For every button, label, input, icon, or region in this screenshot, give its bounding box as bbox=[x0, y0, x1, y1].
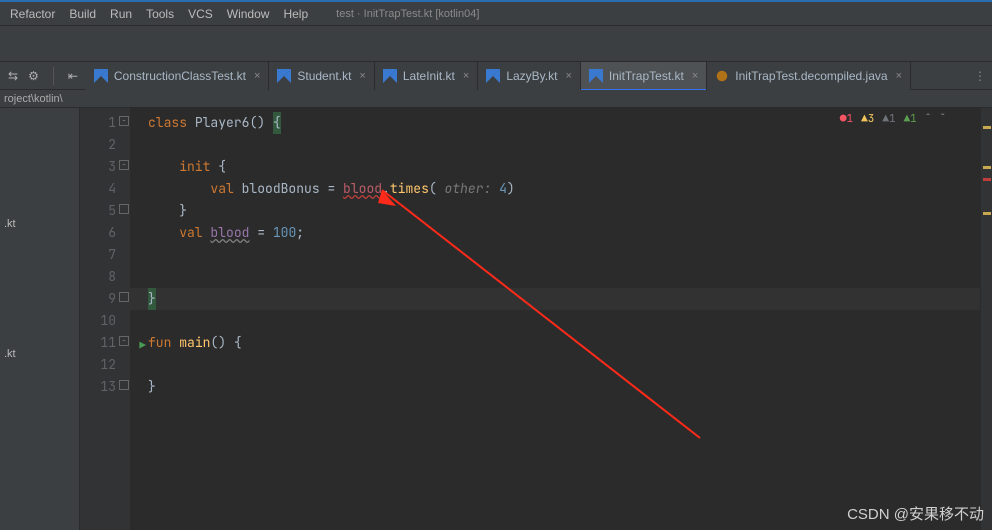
tab-inittraptest[interactable]: InitTrapTest.kt × bbox=[581, 62, 707, 90]
menu-tools[interactable]: Tools bbox=[140, 5, 180, 23]
tab-label: Student.kt bbox=[297, 69, 351, 83]
tab-constructionclasstest[interactable]: ConstructionClassTest.kt × bbox=[86, 62, 269, 90]
typo-count: ▲1 bbox=[904, 112, 917, 126]
tab-lateinit[interactable]: LateInit.kt × bbox=[375, 62, 478, 90]
tab-lazyby[interactable]: LazyBy.kt × bbox=[478, 62, 581, 90]
code-line bbox=[130, 266, 980, 288]
code-line bbox=[130, 310, 980, 332]
menu-window[interactable]: Window bbox=[221, 5, 276, 23]
code-line: val bloodBonus = blood.times( other: 4) bbox=[130, 178, 980, 200]
kotlin-file-icon bbox=[486, 69, 500, 83]
code-line: } bbox=[130, 288, 980, 310]
code-area[interactable]: ●1 ▲3 ▲1 ▲1 ˆ ˇ class Player6() { init {… bbox=[130, 108, 980, 530]
project-sidebar[interactable]: .kt .kt bbox=[0, 108, 80, 530]
sidebar-file[interactable]: .kt bbox=[4, 348, 16, 360]
tab-decompiled[interactable]: InitTrapTest.decompiled.java × bbox=[707, 62, 911, 90]
chevron-up-icon[interactable]: ˆ bbox=[925, 112, 932, 126]
fold-end-icon[interactable] bbox=[119, 292, 129, 302]
java-file-icon bbox=[715, 69, 729, 83]
close-icon[interactable]: × bbox=[692, 70, 698, 82]
kotlin-file-icon bbox=[277, 69, 291, 83]
close-icon[interactable]: × bbox=[896, 70, 902, 82]
tab-label: InitTrapTest.decompiled.java bbox=[735, 69, 887, 83]
code-line: } bbox=[130, 376, 980, 398]
toolbar-spacer bbox=[0, 26, 992, 62]
code-line: fun main() { bbox=[130, 332, 980, 354]
kotlin-file-icon bbox=[589, 69, 603, 83]
error-count: ●1 bbox=[840, 112, 853, 126]
code-line: init { bbox=[130, 156, 980, 178]
tab-label: InitTrapTest.kt bbox=[609, 69, 684, 83]
fold-end-icon[interactable] bbox=[119, 380, 129, 390]
collapse-icon[interactable]: ⇤ bbox=[68, 69, 78, 83]
kotlin-file-icon bbox=[383, 69, 397, 83]
weak-warning-count: ▲1 bbox=[882, 112, 895, 126]
error-stripe[interactable] bbox=[980, 108, 992, 530]
code-line bbox=[130, 244, 980, 266]
select-open-icon[interactable]: ⇆ bbox=[8, 69, 18, 83]
fold-icon[interactable]: − bbox=[119, 116, 129, 126]
sidebar-file[interactable]: .kt bbox=[4, 218, 16, 230]
tab-label: ConstructionClassTest.kt bbox=[114, 69, 246, 83]
gear-icon[interactable]: ⚙ bbox=[28, 69, 39, 83]
close-icon[interactable]: × bbox=[565, 70, 571, 82]
editor-tabs: ConstructionClassTest.kt × Student.kt × … bbox=[86, 62, 968, 90]
code-editor[interactable]: 1− 2 3− 4 5 6 7 8 9 10 11−▶ 12 13 ●1 ▲3 … bbox=[80, 108, 992, 530]
code-line bbox=[130, 354, 980, 376]
fold-icon[interactable]: − bbox=[119, 160, 129, 170]
more-tabs-icon[interactable]: ⋮ bbox=[968, 69, 992, 83]
inspection-widget[interactable]: ●1 ▲3 ▲1 ▲1 ˆ ˇ bbox=[840, 112, 946, 126]
main-menu: Refactor Build Run Tools VCS Window Help… bbox=[0, 2, 992, 26]
gutter[interactable]: 1− 2 3− 4 5 6 7 8 9 10 11−▶ 12 13 bbox=[80, 108, 130, 530]
kotlin-file-icon bbox=[94, 69, 108, 83]
watermark: CSDN @安果移不动 bbox=[847, 503, 984, 524]
menu-build[interactable]: Build bbox=[63, 5, 102, 23]
fold-end-icon[interactable] bbox=[119, 204, 129, 214]
close-icon[interactable]: × bbox=[254, 70, 260, 82]
menu-refactor[interactable]: Refactor bbox=[4, 5, 61, 23]
chevron-down-icon[interactable]: ˇ bbox=[939, 112, 946, 126]
code-line: val blood = 100; bbox=[130, 222, 980, 244]
code-line: } bbox=[130, 200, 980, 222]
separator bbox=[53, 67, 54, 85]
editor-toolbar: ⇆ ⚙ ⇤ ConstructionClassTest.kt × Student… bbox=[0, 62, 992, 90]
fold-icon[interactable]: − bbox=[119, 336, 129, 346]
tab-label: LateInit.kt bbox=[403, 69, 455, 83]
warning-count: ▲3 bbox=[861, 112, 874, 126]
breadcrumb[interactable]: roject\kotlin\ bbox=[0, 90, 992, 108]
close-icon[interactable]: × bbox=[463, 70, 469, 82]
window-title: test · InitTrapTest.kt [kotlin04] bbox=[336, 8, 479, 20]
code-line bbox=[130, 134, 980, 156]
menu-vcs[interactable]: VCS bbox=[182, 5, 219, 23]
close-icon[interactable]: × bbox=[359, 70, 365, 82]
menu-help[interactable]: Help bbox=[277, 5, 314, 23]
tab-student[interactable]: Student.kt × bbox=[269, 62, 374, 90]
tab-label: LazyBy.kt bbox=[506, 69, 557, 83]
menu-run[interactable]: Run bbox=[104, 5, 138, 23]
